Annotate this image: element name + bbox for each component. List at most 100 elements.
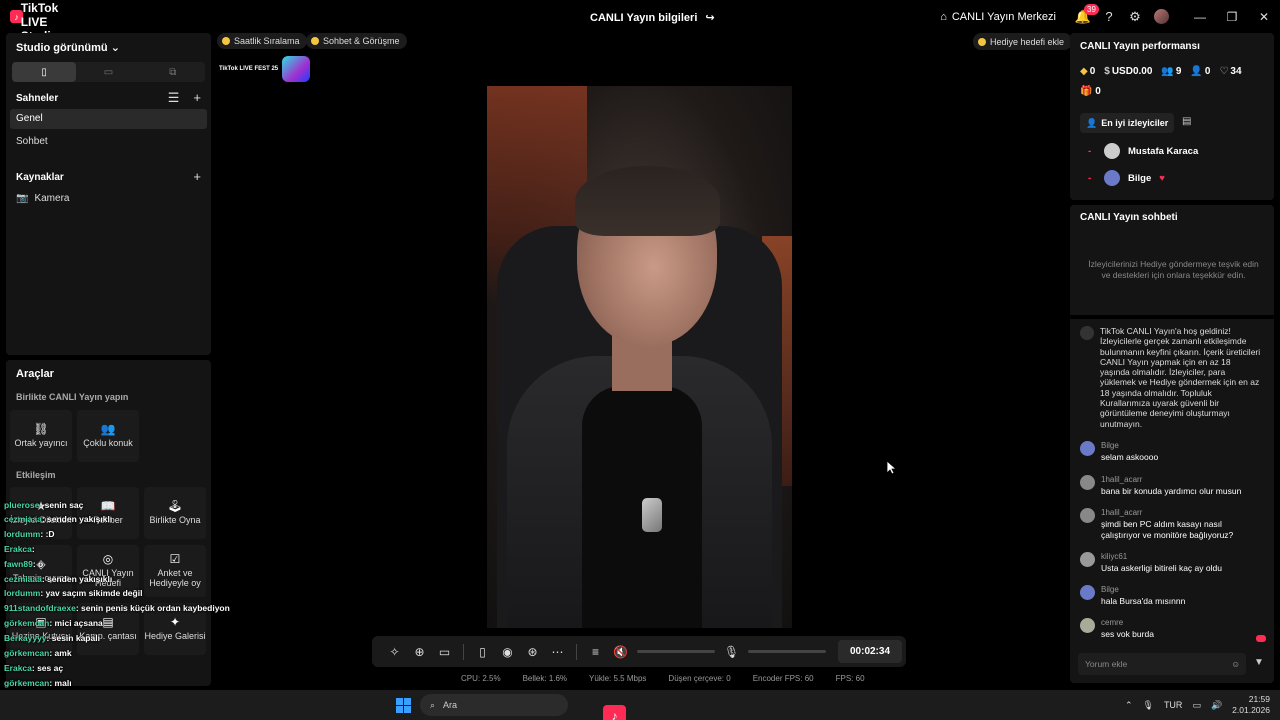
top-viewers-button[interactable]: 👤 En iyi izleyiciler (1080, 113, 1175, 133)
portrait-layout-icon[interactable]: ▯ (12, 62, 77, 82)
emoji-icon[interactable]: ☺ (1231, 659, 1240, 669)
chat-comment[interactable]: 1halil_acarr şimdi ben PC aldım kasayı na… (1080, 508, 1261, 540)
clock[interactable]: 21:59 2.01.2026 (1232, 694, 1270, 716)
comment-text: bana bir konuda yardımcı olur musun (1101, 486, 1242, 496)
hourly-ranking-chip[interactable]: Saatlik Sıralama (217, 33, 307, 49)
replay-icon[interactable]: ⊛ (520, 636, 545, 667)
overlay-chat-line: görkemcan: mici açsana (4, 618, 103, 628)
heart-icon: ♡ (1219, 66, 1229, 77)
stream-controls: ✧ ⊕ ▭ ▯ ◉ ⊛ ⋯ ≡ 🔇 🎙 00:02:34 (372, 636, 906, 667)
multi-guest-tool[interactable]: 👥 Çoklu konuk (77, 410, 139, 462)
close-button[interactable]: ✕ (1248, 0, 1280, 33)
clock-time: 21:59 (1248, 694, 1270, 704)
comment-text: şimdi ben PC aldım kasayı nasıl çalıştır… (1101, 519, 1234, 540)
chat-comment[interactable]: Bilge hala Bursa'da mısınnn (1080, 585, 1261, 607)
live-info-button[interactable]: CANLI Yayın bilgileri ↪ (590, 11, 715, 25)
overlay-chat-message: : senden yakışıklı (41, 574, 113, 584)
phone-icon[interactable]: ▯ (470, 636, 495, 667)
network-icon[interactable]: ▭ (1192, 700, 1201, 711)
overlay-chat-user: cezmiaaa (4, 574, 42, 584)
landscape-layout-icon[interactable]: ▭ (76, 62, 140, 82)
chat-comment[interactable]: kiliyc61 Usta askerligi bitireli kaç ay o… (1080, 552, 1261, 574)
live-hub-label: CANLI Yayın Merkezi (951, 10, 1056, 23)
scene-item-genel[interactable]: Genel (10, 109, 207, 129)
avatar (1080, 475, 1095, 490)
overlay-chat-message: : amk (49, 648, 72, 658)
mic-muted-icon[interactable]: 🎙 (719, 636, 744, 667)
tools-title: Araçlar (16, 368, 54, 380)
mic-volume-slider[interactable] (748, 650, 826, 653)
profile-avatar[interactable] (1148, 0, 1174, 33)
app-title: TikTok LIVE Studio (20, 1, 59, 43)
comment-text: Usta askerligi bitireli kaç ay oldu (1101, 563, 1222, 573)
chevron-up-icon[interactable]: ⌃ (1125, 700, 1133, 711)
help-icon[interactable]: ? (1096, 0, 1122, 33)
add-scene-icon[interactable]: + (193, 90, 201, 106)
chat-comment[interactable]: cemre ses vok burda (1080, 618, 1261, 640)
scene-item-sohbet[interactable]: Sohbet (10, 132, 207, 152)
more-icon[interactable]: ⋯ (545, 636, 570, 667)
notification-bell-icon[interactable]: 🔔 39 (1070, 0, 1099, 33)
comment-user: cemre (1101, 618, 1124, 627)
tiktok-live-studio-icon[interactable]: ♪ (603, 705, 626, 720)
studio-view-dropdown[interactable]: Studio görünümü ⌄ (16, 41, 120, 54)
overlay-chat-user: Erakca (4, 544, 32, 554)
list-icon[interactable]: ▤ (1182, 116, 1191, 127)
overlay-chat-message: : malı (49, 678, 72, 688)
co-host-tool[interactable]: ⛓ Ortak yayıncı (10, 410, 72, 462)
overlay-chat-line: Erakca: ses aç (4, 663, 63, 673)
top-viewer-row[interactable]: - Bilge ♥ (1088, 170, 1165, 186)
magic-wand-icon[interactable]: ✧ (382, 636, 407, 667)
speaker-volume-slider[interactable] (637, 650, 715, 653)
overlay-chat-message: : (31, 544, 35, 554)
windows-start-icon[interactable] (396, 698, 411, 713)
top-viewer-row[interactable]: - Mustafa Karaca (1088, 143, 1198, 159)
trophy-icon (222, 37, 230, 45)
stream-timer: 00:02:34 (838, 640, 902, 663)
overlay-chat-user: lordumm (4, 529, 41, 539)
stat-encoder-fps: Encoder FPS: 60 (752, 674, 814, 683)
comment-user: 1halil_acarr (1101, 475, 1143, 484)
taskbar-search[interactable]: ⌕ Ara (420, 694, 568, 716)
add-gift-goal-button[interactable]: Hediye hedefi ekle (973, 33, 1073, 50)
livefest-badge[interactable]: TikTok LIVE FEST 25 (219, 56, 311, 82)
send-icon[interactable]: ▼ (1254, 657, 1264, 668)
overlay-chat-user: Berkayyyy (4, 633, 47, 643)
add-source-icon[interactable]: ⊕ (407, 636, 432, 667)
dual-layout-icon[interactable]: ⧉ (141, 62, 205, 82)
overlay-chat: pluerose: senin saç cezmiaaa: senden yakı… (0, 488, 300, 720)
mixer-icon[interactable]: ≡ (583, 636, 608, 667)
avatar (1104, 170, 1120, 186)
speaker-muted-icon[interactable]: 🔇 (608, 636, 633, 667)
chat-comment[interactable]: Bilge selam askoooo (1080, 441, 1261, 463)
record-icon[interactable]: ◉ (495, 636, 520, 667)
live-hub-button[interactable]: ⌂ CANLI Yayın Merkezi (940, 11, 1056, 23)
chat-meeting-chip[interactable]: Sohbet & Görüşme (306, 33, 407, 49)
sources-title: Kaynaklar (16, 172, 64, 183)
tool-label: Çoklu konuk (83, 438, 133, 448)
chip-label: Sohbet & Görüşme (323, 36, 400, 46)
comment-user: Bilge (1101, 441, 1119, 450)
microphone-icon[interactable]: 🎙 (1143, 700, 1154, 711)
comment-input[interactable]: Yorum ekle ☺ (1078, 653, 1246, 675)
minimize-button[interactable]: — (1184, 0, 1216, 33)
follower-icon: 👤 (1190, 66, 1203, 77)
volume-icon[interactable]: 🔊 (1211, 700, 1222, 711)
overlay-chat-message: : senin penis küçük ordan kaybediyon (75, 603, 230, 613)
chat-comment[interactable]: 1halil_acarrbana bir konuda yardımcı olu… (1080, 475, 1261, 497)
stat-fps: FPS: 60 (835, 674, 865, 683)
maximize-button[interactable]: ❐ (1216, 0, 1248, 33)
list-icon[interactable]: ☰ (168, 90, 180, 106)
source-item-camera[interactable]: 📷 Kamera (16, 193, 69, 204)
link-icon: ⛓ (33, 422, 49, 436)
language-indicator[interactable]: TUR (1164, 700, 1183, 710)
comment-user: Bilge (1101, 585, 1119, 594)
avatar (1080, 508, 1095, 523)
overlay-chat-message: : ses aç (31, 663, 64, 673)
screen-icon[interactable]: ▭ (432, 636, 457, 667)
camera-preview (487, 86, 792, 628)
settings-gear-icon[interactable]: ⚙ (1122, 0, 1148, 33)
add-source-icon[interactable]: + (193, 169, 201, 184)
avatar (1080, 441, 1095, 456)
comment-user: 1halil_acarr (1101, 508, 1143, 517)
